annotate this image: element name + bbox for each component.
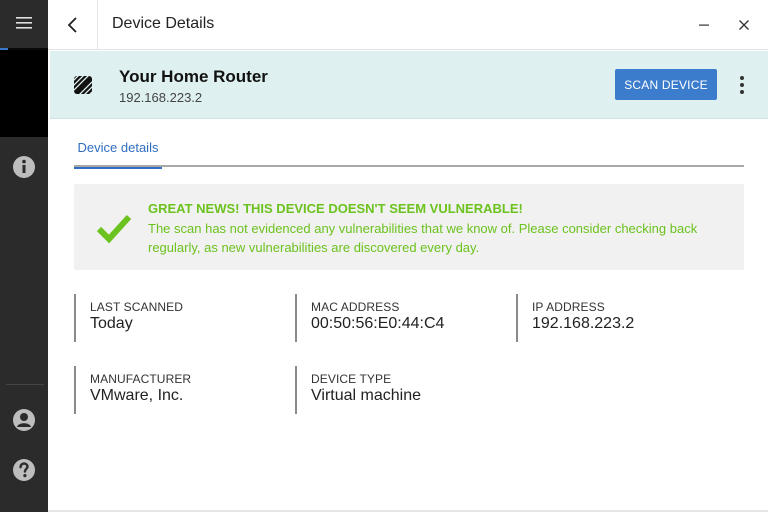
rail-divider: [6, 384, 44, 385]
device-name: Your Home Router: [119, 67, 268, 86]
info-button[interactable]: [0, 143, 48, 191]
more-dot-icon: [740, 89, 744, 94]
device-header: Your Home Router 192.168.223.2 SCAN DEVI…: [50, 51, 768, 119]
tab-label: Device details: [77, 140, 159, 155]
detail-label: DEVICE TYPE: [311, 372, 392, 386]
info-icon: [13, 156, 35, 178]
left-rail: [0, 0, 48, 512]
help-icon: [13, 459, 35, 481]
window-title: Device Details: [112, 15, 215, 32]
scan-device-button[interactable]: SCAN DEVICE: [615, 69, 717, 100]
detail-label: MANUFACTURER: [90, 372, 192, 386]
result-message: The scan has not evidenced any vulnerabi…: [148, 221, 698, 255]
detail-ip-address: IP ADDRESS 192.168.223.2: [516, 294, 721, 342]
scan-result-panel: GREAT NEWS! THIS DEVICE DOESN'T SEEM VUL…: [74, 184, 744, 270]
detail-label: IP ADDRESS: [532, 300, 605, 314]
user-icon: [13, 409, 35, 431]
detail-value: Virtual machine: [311, 387, 421, 404]
detail-manufacturer: MANUFACTURER VMware, Inc.: [74, 366, 279, 414]
detail-mac-address: MAC ADDRESS 00:50:56:E0:44:C4: [295, 294, 500, 342]
more-dot-icon: [740, 75, 744, 80]
detail-device-type: DEVICE TYPE Virtual machine: [295, 366, 500, 414]
device-ip: 192.168.223.2: [119, 90, 203, 105]
minimize-icon: [699, 24, 709, 26]
detail-value: Today: [90, 315, 133, 332]
close-icon: [739, 20, 749, 30]
hamburger-icon: [16, 17, 32, 29]
tab-bar: Device details: [74, 134, 744, 169]
more-options-button[interactable]: [732, 69, 752, 100]
more-dot-icon: [740, 82, 744, 87]
account-button[interactable]: [0, 396, 48, 444]
help-button[interactable]: [0, 446, 48, 494]
router-icon: [74, 76, 92, 94]
rail-active-section: [0, 50, 48, 137]
detail-value: VMware, Inc.: [90, 387, 184, 404]
close-button[interactable]: [731, 12, 757, 38]
title-bar: Device Details: [48, 0, 768, 50]
back-button[interactable]: [48, 0, 98, 50]
detail-label: MAC ADDRESS: [311, 300, 400, 314]
detail-value: 00:50:56:E0:44:C4: [311, 315, 445, 332]
detail-last-scanned: LAST SCANNED Today: [74, 294, 279, 342]
detail-label: LAST SCANNED: [90, 300, 184, 314]
back-arrow-icon: [67, 17, 77, 33]
minimize-button[interactable]: [691, 12, 717, 38]
checkmark-icon: [96, 214, 132, 244]
tab-device-details[interactable]: Device details: [74, 134, 162, 169]
detail-value: 192.168.223.2: [532, 315, 635, 332]
result-title: GREAT NEWS! THIS DEVICE DOESN'T SEEM VUL…: [148, 201, 523, 216]
tab-active-indicator: [74, 167, 162, 169]
hamburger-menu-button[interactable]: [0, 0, 48, 46]
